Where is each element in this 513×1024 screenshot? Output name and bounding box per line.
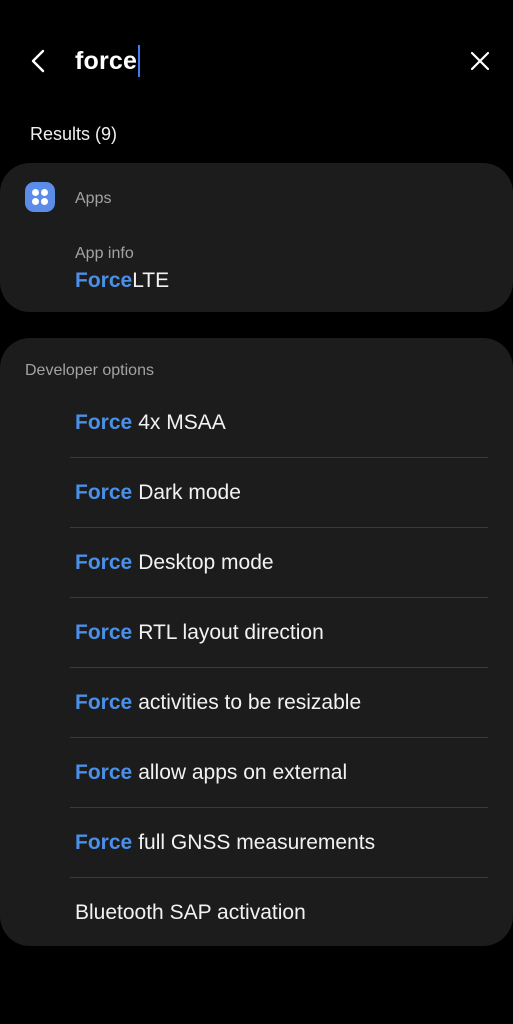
match-highlight: Force: [75, 269, 133, 292]
developer-options-card: Developer options Force 4x MSAA Force Dark…: [0, 338, 513, 946]
apps-section-header: Apps: [75, 190, 112, 207]
search-query[interactable]: force: [75, 47, 137, 76]
clear-search-button[interactable]: [461, 42, 499, 80]
result-text: full GNSS measurements: [138, 831, 376, 854]
result-item[interactable]: Bluetooth SAP activation: [0, 878, 513, 948]
result-item[interactable]: Force Dark mode: [0, 458, 513, 528]
apps-results-card: Apps App info ForceLTE: [0, 163, 513, 312]
result-text: allow apps on external: [138, 761, 348, 784]
result-item[interactable]: Force RTL layout direction: [0, 598, 513, 668]
close-icon: [470, 51, 490, 71]
search-bar: force: [0, 28, 513, 94]
app-result-forcelte[interactable]: ForceLTE: [75, 269, 169, 293]
search-input[interactable]: force: [75, 42, 141, 80]
match-highlight: Force: [75, 761, 133, 784]
result-text: Desktop mode: [138, 551, 274, 574]
result-text: activities to be resizable: [138, 691, 362, 714]
result-text: Bluetooth SAP activation: [75, 901, 306, 924]
result-item[interactable]: Force 4x MSAA: [0, 388, 513, 458]
result-item[interactable]: Force Desktop mode: [0, 528, 513, 598]
text-cursor: [138, 45, 141, 77]
match-highlight: Force: [75, 411, 133, 434]
match-highlight: Force: [75, 621, 133, 644]
result-item[interactable]: Force full GNSS measurements: [0, 808, 513, 878]
result-text: 4x MSAA: [138, 411, 226, 434]
apps-grid-icon: [25, 182, 55, 212]
developer-options-header: Developer options: [25, 362, 154, 379]
result-text: Dark mode: [138, 481, 241, 504]
result-text: LTE: [132, 269, 170, 292]
match-highlight: Force: [75, 691, 133, 714]
result-item[interactable]: Force activities to be resizable: [0, 668, 513, 738]
match-highlight: Force: [75, 831, 133, 854]
results-count: Results (9): [30, 124, 118, 144]
back-button[interactable]: [20, 42, 58, 80]
match-highlight: Force: [75, 551, 133, 574]
result-text: RTL layout direction: [138, 621, 324, 644]
app-info-label: App info: [75, 245, 134, 262]
result-item[interactable]: Force allow apps on external: [0, 738, 513, 808]
back-arrow-icon: [31, 49, 45, 73]
match-highlight: Force: [75, 481, 133, 504]
